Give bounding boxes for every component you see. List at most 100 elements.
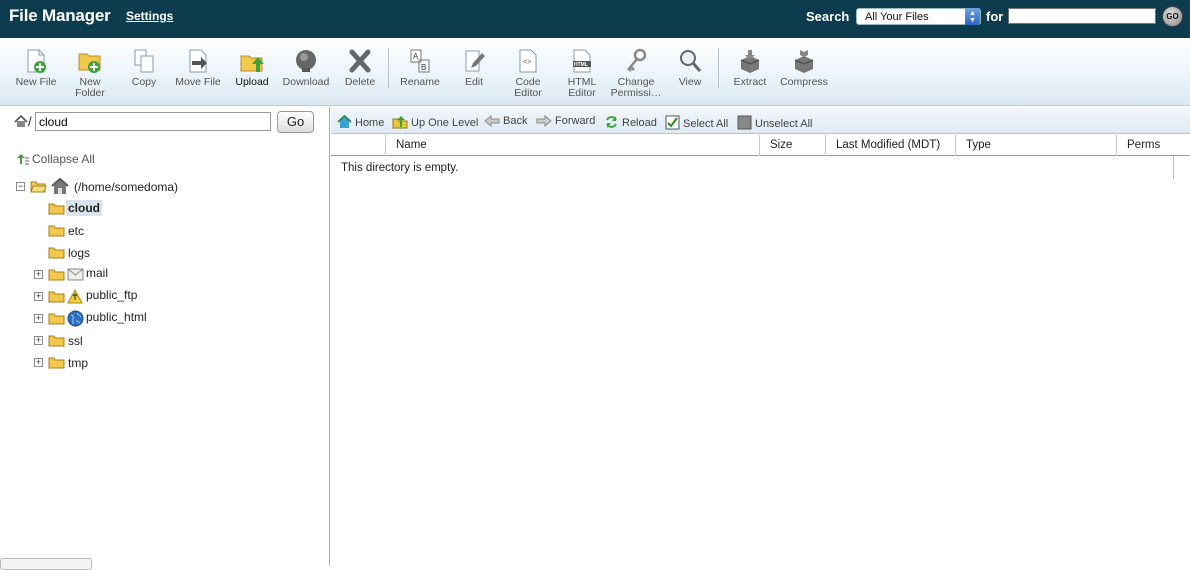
tree-item-public-ftp[interactable]: + public_ftp	[34, 286, 254, 306]
compress-button[interactable]: Compress	[777, 48, 831, 88]
copy-label: Copy	[131, 76, 157, 88]
column-header-last-modified[interactable]: Last Modified (MDT)	[825, 135, 955, 156]
path-go-button[interactable]: Go	[277, 111, 314, 133]
up-one-level-label: Up One Level	[411, 117, 479, 129]
checkbox-empty-icon	[737, 115, 752, 130]
rename-button[interactable]: A B Rename	[393, 48, 447, 88]
column-header-size[interactable]: Size	[759, 135, 825, 156]
column-header-type[interactable]: Type	[955, 135, 1116, 156]
select-all-button[interactable]: Select All	[665, 115, 728, 130]
tree-item-ssl[interactable]: + ssl	[34, 331, 234, 351]
tree-item-label: logs	[68, 246, 91, 260]
unselect-all-label: Unselect All	[755, 118, 813, 130]
home-icon	[51, 177, 69, 194]
upload-button[interactable]: Upload	[225, 48, 279, 88]
copy-icon	[134, 49, 154, 73]
file-list-header: Name Size Last Modified (MDT) Type Perms	[331, 135, 1190, 156]
folder-icon	[48, 335, 65, 347]
new-folder-label: New Folder	[75, 76, 105, 99]
folder-icon	[48, 225, 65, 237]
code-editor-label: Code Editor	[514, 76, 542, 99]
new-file-button[interactable]: New File	[9, 48, 63, 88]
for-label: for	[986, 9, 1004, 24]
view-label: View	[678, 76, 702, 88]
move-file-icon	[189, 49, 207, 73]
move-file-button[interactable]: Move File	[171, 48, 225, 88]
extract-button[interactable]: Extract	[723, 48, 777, 88]
unselect-all-button[interactable]: Unselect All	[737, 115, 812, 130]
folder-icon	[48, 203, 65, 215]
rename-icon: A B	[410, 49, 430, 73]
search-scope-value: All Your Files	[865, 11, 929, 23]
expand-toggle-icon[interactable]: +	[34, 292, 43, 301]
top-header: File Manager Settings Search All Your Fi…	[0, 0, 1190, 38]
home-icon[interactable]	[14, 115, 28, 128]
reload-label: Reload	[622, 117, 657, 129]
forward-label: Forward	[555, 115, 596, 127]
collapse-all-button[interactable]: Collapse All	[15, 152, 95, 166]
search-scope-select[interactable]: All Your Files ▲ ▼	[856, 8, 981, 25]
tree-item-label: public_html	[86, 310, 147, 324]
change-permissions-label: Change Permissi…	[610, 76, 662, 99]
folder-up-icon	[392, 116, 408, 129]
tree-item-tmp[interactable]: + tmp	[34, 353, 234, 373]
home-nav-label: Home	[355, 117, 385, 129]
delete-label: Delete	[344, 76, 376, 88]
view-button[interactable]: View	[663, 48, 717, 88]
compress-icon	[794, 50, 814, 73]
up-one-level-button[interactable]: Up One Level	[392, 115, 478, 129]
tree-item-public-html[interactable]: + public_html	[34, 308, 254, 328]
html-editor-icon: HTML	[573, 49, 591, 73]
globe-icon	[67, 310, 84, 327]
html-editor-button[interactable]: HTML HTML Editor	[555, 48, 609, 99]
toolbar: New File New Folder Copy Move File Upload	[0, 38, 1190, 106]
upload-label: Upload	[235, 76, 269, 88]
new-folder-button[interactable]: New Folder	[63, 48, 117, 99]
tree-root[interactable]: − (/home/somedoma)	[16, 177, 316, 197]
change-permissions-button[interactable]: Change Permissi…	[609, 48, 663, 99]
tree-item-label: mail	[86, 266, 109, 280]
search-label: Search	[806, 9, 850, 24]
expand-toggle-icon[interactable]: +	[34, 314, 43, 323]
download-icon	[296, 50, 316, 72]
download-button[interactable]: Download	[279, 48, 333, 88]
forward-button[interactable]: Forward	[536, 114, 596, 128]
expand-toggle-icon[interactable]: +	[34, 336, 43, 345]
code-editor-button[interactable]: <> Code Editor	[501, 48, 555, 99]
svg-text:HTML: HTML	[574, 62, 588, 68]
collapse-arrow-icon	[17, 154, 29, 165]
edit-button[interactable]: Edit	[447, 48, 501, 88]
home-nav-button[interactable]: Home	[337, 114, 385, 129]
collapse-toggle-icon[interactable]: −	[16, 182, 25, 191]
new-folder-icon	[78, 53, 101, 73]
arrow-right-icon	[536, 114, 552, 128]
rename-label: Rename	[400, 76, 440, 88]
settings-link[interactable]: Settings	[126, 9, 173, 23]
copy-button[interactable]: Copy	[117, 48, 171, 88]
folder-icon	[48, 357, 65, 369]
grid-divider	[1173, 156, 1174, 179]
reload-button[interactable]: Reload	[604, 115, 657, 129]
svg-text:A: A	[413, 52, 419, 61]
tree-item-cloud[interactable]: cloud	[48, 199, 248, 219]
ftp-icon	[67, 289, 83, 304]
back-label: Back	[503, 115, 528, 127]
extract-label: Extract	[733, 76, 767, 88]
search-input[interactable]	[1008, 8, 1156, 24]
folder-tree-panel: / Go Collapse All − (/home/somedoma) clo…	[0, 107, 330, 565]
tree-item-mail[interactable]: + mail	[34, 264, 254, 284]
path-separator: /	[28, 114, 32, 129]
column-header-name[interactable]: Name	[385, 135, 759, 156]
tree-item-etc[interactable]: etc	[48, 221, 248, 241]
tree-item-logs[interactable]: logs	[48, 243, 248, 263]
expand-toggle-icon[interactable]: +	[34, 358, 43, 367]
expand-toggle-icon[interactable]: +	[34, 270, 43, 279]
search-go-button[interactable]: GO	[1162, 6, 1183, 27]
tree-root-label: (/home/somedoma)	[74, 180, 179, 194]
edit-icon	[465, 50, 485, 72]
delete-button[interactable]: Delete	[333, 48, 387, 88]
path-input[interactable]	[35, 112, 271, 131]
column-header-perms[interactable]: Perms	[1116, 135, 1176, 156]
folder-icon	[48, 313, 65, 325]
back-button[interactable]: Back	[484, 114, 528, 128]
